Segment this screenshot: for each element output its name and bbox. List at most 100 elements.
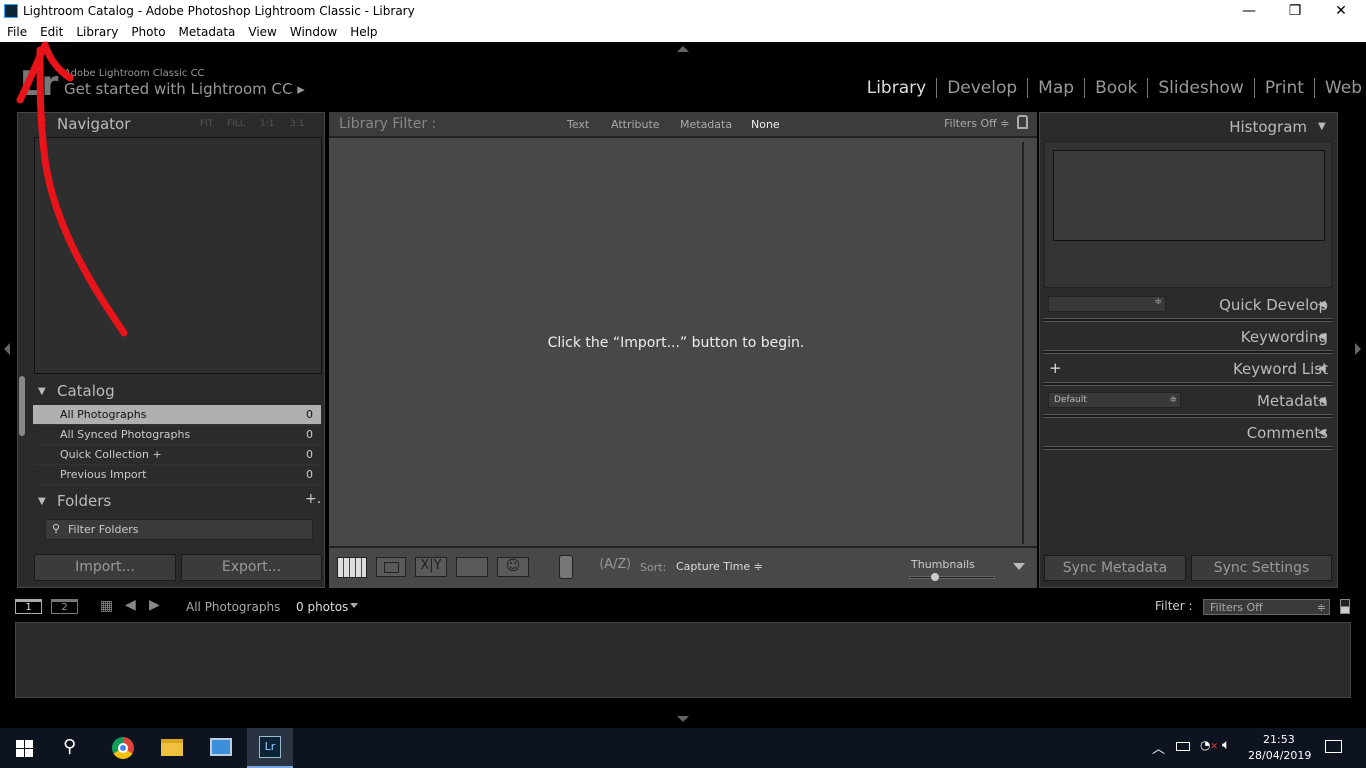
sync-settings-button[interactable]: Sync Settings <box>1191 555 1332 581</box>
divider <box>1043 350 1333 354</box>
menu-view[interactable]: View <box>241 22 282 42</box>
grid-icon[interactable]: ▦ <box>100 598 113 614</box>
remote-desktop-icon[interactable] <box>210 738 232 756</box>
restore-button[interactable]: ❐ <box>1272 0 1318 22</box>
filter-text[interactable]: Text <box>567 118 589 131</box>
search-icon[interactable]: ⚲ <box>63 736 76 757</box>
sync-metadata-button[interactable]: Sync Metadata <box>1044 555 1186 581</box>
filmstrip-filter-label: Filter : <box>1155 599 1193 613</box>
catalog-collapse-icon[interactable]: ▼ <box>38 386 46 397</box>
module-map[interactable]: Map <box>1027 78 1084 98</box>
zoom-fill[interactable]: FILL <box>227 119 245 129</box>
quick-develop-expand-icon[interactable]: ◀ <box>1318 299 1326 310</box>
survey-view-icon[interactable] <box>456 557 488 577</box>
filter-metadata[interactable]: Metadata <box>680 118 732 131</box>
comments-expand-icon[interactable]: ◀ <box>1318 427 1326 438</box>
show-hidden-icons[interactable]: ︿ <box>1152 738 1165 757</box>
people-view-icon[interactable]: ☺ <box>497 557 529 577</box>
module-develop[interactable]: Develop <box>936 78 1027 98</box>
left-scrollbar[interactable] <box>19 376 25 436</box>
sort-dropdown[interactable]: Capture Time ≑ <box>676 560 763 573</box>
menu-bar: File Edit Library Photo Metadata View Wi… <box>0 22 1366 42</box>
add-keyword-icon[interactable]: + <box>1049 359 1062 377</box>
keyword-list-title[interactable]: Keyword List <box>1233 360 1328 378</box>
empty-catalog-message: Click the “Import...” button to begin. <box>547 335 805 351</box>
grid-view-icon[interactable] <box>337 557 367 578</box>
quick-develop-title[interactable]: Quick Develop <box>1219 296 1328 314</box>
clock-date[interactable]: 28/04/2019 <box>1248 749 1311 762</box>
export-button[interactable]: Export... <box>181 554 322 581</box>
zoom-3-1[interactable]: 3:1 <box>290 119 304 129</box>
module-slideshow[interactable]: Slideshow <box>1147 78 1253 98</box>
import-button[interactable]: Import... <box>34 554 176 581</box>
zoom-fit[interactable]: FIT <box>200 119 213 129</box>
divider <box>1043 318 1333 322</box>
module-book[interactable]: Book <box>1084 78 1147 98</box>
thumbnails-label: Thumbnails <box>911 558 975 571</box>
keyword-list-expand-icon[interactable]: ◀ <box>1318 363 1326 374</box>
back-arrow-icon[interactable]: ◀ <box>125 597 136 613</box>
loupe-view-icon[interactable] <box>376 557 406 577</box>
battery-icon[interactable] <box>1176 742 1190 751</box>
toolbar-menu-icon[interactable] <box>1013 563 1025 570</box>
quick-develop-preset[interactable]: ≑ <box>1048 296 1166 312</box>
search-icon: ⚲ <box>52 522 61 535</box>
network-icon[interactable]: ◔✕ <box>1200 738 1218 752</box>
painter-icon[interactable] <box>559 555 573 579</box>
close-button[interactable]: ✕ <box>1318 0 1364 22</box>
start-button[interactable] <box>16 740 33 757</box>
histogram-area <box>1044 141 1332 288</box>
lock-icon[interactable] <box>1017 115 1028 129</box>
filmstrip-filter-dropdown[interactable]: Filters Off ≑ <box>1203 599 1330 615</box>
filter-attribute[interactable]: Attribute <box>611 118 660 131</box>
secondary-window-button[interactable]: 2 <box>51 599 78 614</box>
photo-count-chevron-icon[interactable] <box>350 603 358 608</box>
metadata-preset-dropdown[interactable]: Default ≑ <box>1048 392 1181 408</box>
divider <box>1043 414 1333 418</box>
clock-time[interactable]: 21:53 <box>1263 733 1295 746</box>
filter-switch-icon[interactable] <box>1340 599 1350 614</box>
top-panel-toggle[interactable] <box>677 46 689 52</box>
sort-direction-icon[interactable]: ⟨A/Z⟩ <box>599 557 631 572</box>
thumbnail-size-slider[interactable] <box>909 573 995 581</box>
module-web[interactable]: Web <box>1313 78 1366 98</box>
keywording-expand-icon[interactable]: ◀ <box>1318 331 1326 342</box>
module-picker: Library Develop Map Book Slideshow Print… <box>857 78 1366 98</box>
compare-view-icon[interactable]: X|Y <box>415 557 447 577</box>
module-library[interactable]: Library <box>857 78 936 98</box>
catalog-title: Catalog <box>57 382 115 400</box>
menu-window[interactable]: Window <box>283 22 343 42</box>
file-explorer-icon[interactable] <box>161 739 183 756</box>
zoom-1-1[interactable]: 1:1 <box>260 119 274 129</box>
keywording-title[interactable]: Keywording <box>1241 328 1328 346</box>
library-filter-bar: Library Filter : Text Attribute Metadata… <box>329 112 1037 138</box>
catalog-item-synced[interactable]: All Synced Photographs 0 <box>33 425 321 445</box>
divider <box>1043 382 1333 386</box>
sort-label: Sort: <box>640 561 667 574</box>
metadata-expand-icon[interactable]: ◀ <box>1318 395 1326 406</box>
catalog-item-quick-collection[interactable]: Quick Collection +0 <box>33 445 321 465</box>
photo-count-dropdown[interactable]: 0 photos <box>296 600 348 614</box>
menu-help[interactable]: Help <box>343 22 383 42</box>
lightroom-taskbar-icon[interactable]: Lr <box>247 728 293 768</box>
filter-folders-input[interactable]: ⚲ Filter Folders <box>45 519 313 540</box>
forward-arrow-icon[interactable]: ▶ <box>149 597 160 613</box>
catalog-item-all-photographs[interactable]: All Photographs 0 <box>33 405 321 425</box>
folders-collapse-icon[interactable]: ▼ <box>38 496 46 507</box>
chrome-icon[interactable] <box>112 737 134 759</box>
histogram-collapse-icon[interactable]: ▼ <box>1318 121 1326 132</box>
add-folder-button[interactable]: +. <box>305 491 321 507</box>
volume-icon[interactable]: 🔈︎ <box>1222 737 1230 753</box>
catalog-item-previous-import[interactable]: Previous Import 0 <box>33 465 321 485</box>
bottom-panel-toggle[interactable] <box>677 716 689 722</box>
filmstrip-source[interactable]: All Photographs <box>186 600 280 614</box>
primary-window-button[interactable]: 1 <box>15 599 42 614</box>
notifications-icon[interactable] <box>1325 740 1342 753</box>
filter-none[interactable]: None <box>751 118 780 131</box>
comments-title[interactable]: Comments <box>1247 424 1328 442</box>
minimize-button[interactable]: — <box>1226 0 1272 22</box>
module-print[interactable]: Print <box>1253 78 1314 98</box>
filter-preset-dropdown[interactable]: Filters Off ≑ <box>944 117 1009 130</box>
library-filter-label: Library Filter : <box>339 116 437 132</box>
right-panel-toggle[interactable] <box>1355 343 1361 355</box>
